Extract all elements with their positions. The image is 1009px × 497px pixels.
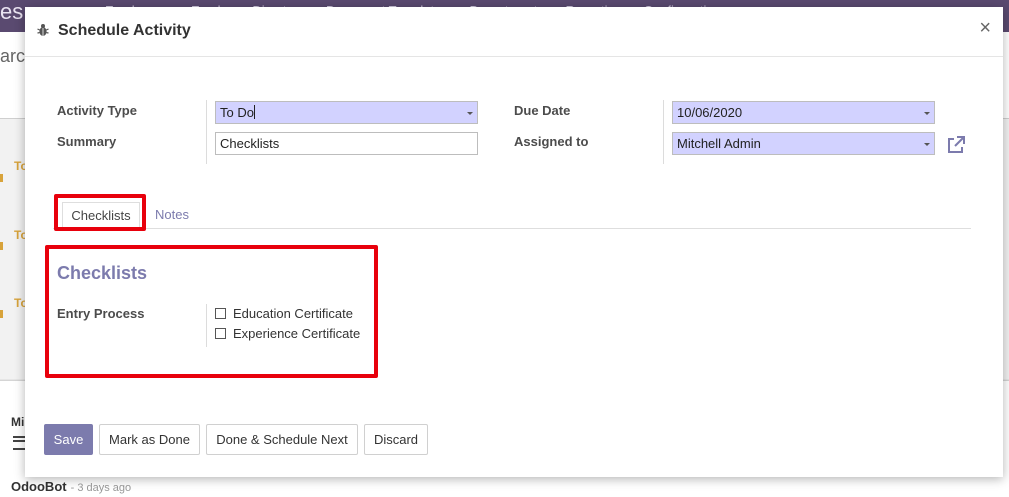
field-divider (206, 304, 207, 347)
menu-icon (13, 436, 25, 450)
tab-notes[interactable]: Notes (155, 205, 189, 225)
dialog-title: Schedule Activity (58, 22, 191, 40)
due-date-label: Due Date (514, 103, 570, 118)
assigned-to-select[interactable]: Mitchell Admin (672, 132, 935, 155)
caret-down-icon (924, 112, 930, 115)
education-certificate-label: Education Certificate (233, 306, 353, 321)
text-cursor (254, 105, 255, 119)
caret-down-icon (467, 112, 473, 115)
background-app-name: es (0, 0, 23, 24)
bug-icon (37, 23, 49, 37)
experience-certificate-label: Experience Certificate (233, 326, 360, 341)
done-schedule-next-button[interactable]: Done & Schedule Next (206, 424, 358, 455)
close-icon[interactable]: × (979, 18, 991, 38)
entry-process-label: Entry Process (57, 306, 144, 321)
summary-label: Summary (57, 134, 116, 149)
field-divider (206, 100, 207, 164)
summary-input[interactable]: Checklists (215, 132, 478, 155)
discard-button[interactable]: Discard (364, 424, 428, 455)
caret-down-icon (924, 143, 930, 146)
field-divider (663, 100, 664, 164)
activity-type-label: Activity Type (57, 103, 137, 118)
activity-type-select[interactable]: To Do (215, 101, 478, 124)
education-certificate-checkbox[interactable] (215, 308, 226, 319)
tabs-divider (53, 228, 971, 229)
schedule-activity-dialog: Schedule Activity × Activity Type Summar… (25, 7, 1003, 477)
summary-value: Checklists (220, 136, 279, 151)
checklists-title: Checklists (57, 263, 147, 284)
chatter-time: - 3 days ago (71, 482, 132, 494)
external-link-icon[interactable] (946, 135, 966, 155)
activity-type-value: To Do (220, 105, 254, 120)
background-dot (0, 310, 3, 318)
chatter-author: OdooBot (11, 479, 67, 494)
tab-checklists[interactable]: Checklists (62, 202, 140, 229)
save-button[interactable]: Save (44, 424, 93, 455)
background-dot (0, 174, 3, 182)
assigned-to-label: Assigned to (514, 134, 588, 149)
assigned-to-value: Mitchell Admin (677, 136, 761, 151)
experience-certificate-checkbox[interactable] (215, 328, 226, 339)
mark-as-done-button[interactable]: Mark as Done (99, 424, 200, 455)
dialog-header: Schedule Activity × (25, 7, 1003, 57)
background-chatter-user: Mi (11, 415, 24, 429)
due-date-value: 10/06/2020 (677, 105, 742, 120)
background-dot (0, 242, 3, 250)
background-breadcrumb: arc (0, 46, 25, 67)
background-chatter-message: OdooBot - 3 days ago (11, 479, 131, 494)
due-date-input[interactable]: 10/06/2020 (672, 101, 935, 124)
